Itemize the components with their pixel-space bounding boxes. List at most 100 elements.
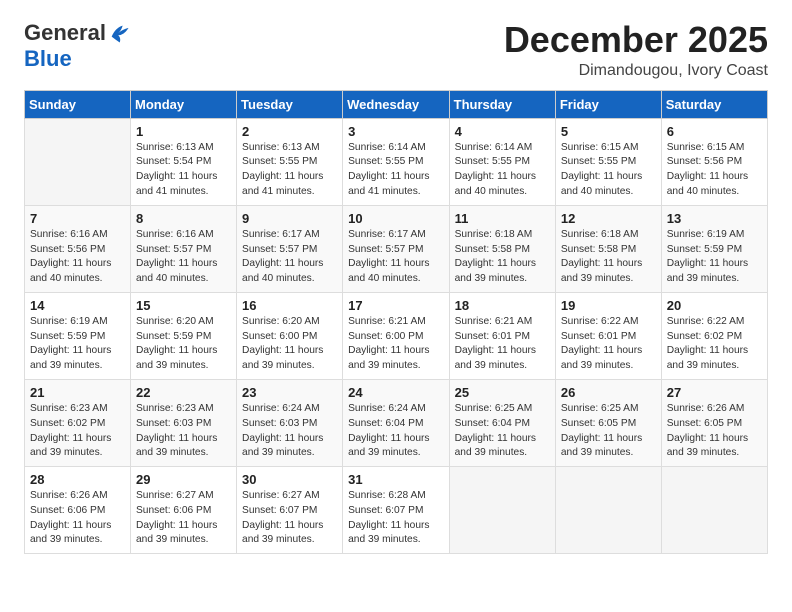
day-number: 25 [455, 385, 550, 400]
day-info: Sunrise: 6:20 AM Sunset: 5:59 PM Dayligh… [136, 315, 231, 374]
weekday-header-sunday: Sunday [25, 90, 131, 118]
day-info: Sunrise: 6:19 AM Sunset: 5:59 PM Dayligh… [30, 315, 125, 374]
calendar-cell: 10 Sunrise: 6:17 AM Sunset: 5:57 PM Dayli… [343, 205, 449, 292]
month-title: December 2025 [504, 20, 768, 60]
calendar-body: 1 Sunrise: 6:13 AM Sunset: 5:54 PM Daylig… [25, 118, 768, 554]
day-info: Sunrise: 6:14 AM Sunset: 5:55 PM Dayligh… [348, 141, 443, 200]
day-number: 12 [561, 211, 656, 226]
day-number: 7 [30, 211, 125, 226]
calendar-cell: 11 Sunrise: 6:18 AM Sunset: 5:58 PM Dayli… [449, 205, 555, 292]
day-info: Sunrise: 6:22 AM Sunset: 6:01 PM Dayligh… [561, 315, 656, 374]
calendar-cell: 30 Sunrise: 6:27 AM Sunset: 6:07 PM Dayli… [237, 467, 343, 554]
day-info: Sunrise: 6:21 AM Sunset: 6:01 PM Dayligh… [455, 315, 550, 374]
day-info: Sunrise: 6:21 AM Sunset: 6:00 PM Dayligh… [348, 315, 443, 374]
day-number: 13 [667, 211, 762, 226]
calendar-table: SundayMondayTuesdayWednesdayThursdayFrid… [24, 90, 768, 555]
calendar-cell [555, 467, 661, 554]
weekday-header-tuesday: Tuesday [237, 90, 343, 118]
day-number: 18 [455, 298, 550, 313]
day-number: 28 [30, 472, 125, 487]
day-number: 29 [136, 472, 231, 487]
title-section: December 2025 Dimandougou, Ivory Coast [504, 20, 768, 80]
day-info: Sunrise: 6:26 AM Sunset: 6:05 PM Dayligh… [667, 402, 762, 461]
day-info: Sunrise: 6:28 AM Sunset: 6:07 PM Dayligh… [348, 489, 443, 548]
calendar-cell: 15 Sunrise: 6:20 AM Sunset: 5:59 PM Dayli… [131, 292, 237, 379]
day-number: 14 [30, 298, 125, 313]
calendar-cell: 2 Sunrise: 6:13 AM Sunset: 5:55 PM Daylig… [237, 118, 343, 205]
logo: General Blue [24, 20, 130, 72]
day-info: Sunrise: 6:15 AM Sunset: 5:56 PM Dayligh… [667, 141, 762, 200]
day-number: 2 [242, 124, 337, 139]
logo-bird-icon [108, 22, 130, 44]
day-number: 24 [348, 385, 443, 400]
calendar-cell: 1 Sunrise: 6:13 AM Sunset: 5:54 PM Daylig… [131, 118, 237, 205]
day-number: 23 [242, 385, 337, 400]
day-number: 16 [242, 298, 337, 313]
day-info: Sunrise: 6:13 AM Sunset: 5:55 PM Dayligh… [242, 141, 337, 200]
day-number: 22 [136, 385, 231, 400]
calendar-cell: 31Sunrise: 6:28 AM Sunset: 6:07 PM Dayli… [343, 467, 449, 554]
calendar-week-row: 7 Sunrise: 6:16 AM Sunset: 5:56 PM Daylig… [25, 205, 768, 292]
location-subtitle: Dimandougou, Ivory Coast [504, 62, 768, 80]
calendar-cell: 7 Sunrise: 6:16 AM Sunset: 5:56 PM Daylig… [25, 205, 131, 292]
calendar-cell: 16Sunrise: 6:20 AM Sunset: 6:00 PM Dayli… [237, 292, 343, 379]
day-number: 21 [30, 385, 125, 400]
day-info: Sunrise: 6:16 AM Sunset: 5:56 PM Dayligh… [30, 228, 125, 287]
calendar-cell: 5 Sunrise: 6:15 AM Sunset: 5:55 PM Daylig… [555, 118, 661, 205]
calendar-cell: 20 Sunrise: 6:22 AM Sunset: 6:02 PM Dayli… [661, 292, 767, 379]
day-number: 4 [455, 124, 550, 139]
weekday-header-wednesday: Wednesday [343, 90, 449, 118]
day-number: 19 [561, 298, 656, 313]
day-number: 5 [561, 124, 656, 139]
day-info: Sunrise: 6:24 AM Sunset: 6:04 PM Dayligh… [348, 402, 443, 461]
day-number: 10 [348, 211, 443, 226]
day-number: 8 [136, 211, 231, 226]
day-number: 17 [348, 298, 443, 313]
day-info: Sunrise: 6:27 AM Sunset: 6:07 PM Dayligh… [242, 489, 337, 548]
day-number: 26 [561, 385, 656, 400]
day-info: Sunrise: 6:18 AM Sunset: 5:58 PM Dayligh… [455, 228, 550, 287]
day-number: 1 [136, 124, 231, 139]
calendar-cell: 13 Sunrise: 6:19 AM Sunset: 5:59 PM Dayli… [661, 205, 767, 292]
day-info: Sunrise: 6:19 AM Sunset: 5:59 PM Dayligh… [667, 228, 762, 287]
day-info: Sunrise: 6:13 AM Sunset: 5:54 PM Dayligh… [136, 141, 231, 200]
day-info: Sunrise: 6:27 AM Sunset: 6:06 PM Dayligh… [136, 489, 231, 548]
day-number: 11 [455, 211, 550, 226]
calendar-cell: 19 Sunrise: 6:22 AM Sunset: 6:01 PM Dayli… [555, 292, 661, 379]
calendar-cell: 17 Sunrise: 6:21 AM Sunset: 6:00 PM Dayli… [343, 292, 449, 379]
page-header: General Blue December 2025 Dimandougou, … [24, 20, 768, 80]
day-info: Sunrise: 6:26 AM Sunset: 6:06 PM Dayligh… [30, 489, 125, 548]
day-info: Sunrise: 6:25 AM Sunset: 6:04 PM Dayligh… [455, 402, 550, 461]
day-info: Sunrise: 6:22 AM Sunset: 6:02 PM Dayligh… [667, 315, 762, 374]
weekday-header-saturday: Saturday [661, 90, 767, 118]
day-info: Sunrise: 6:16 AM Sunset: 5:57 PM Dayligh… [136, 228, 231, 287]
day-info: Sunrise: 6:23 AM Sunset: 6:02 PM Dayligh… [30, 402, 125, 461]
day-info: Sunrise: 6:15 AM Sunset: 5:55 PM Dayligh… [561, 141, 656, 200]
day-number: 15 [136, 298, 231, 313]
day-info: Sunrise: 6:23 AM Sunset: 6:03 PM Dayligh… [136, 402, 231, 461]
calendar-week-row: 1 Sunrise: 6:13 AM Sunset: 5:54 PM Daylig… [25, 118, 768, 205]
logo-general-text: General [24, 20, 106, 46]
day-info: Sunrise: 6:25 AM Sunset: 6:05 PM Dayligh… [561, 402, 656, 461]
calendar-cell: 3 Sunrise: 6:14 AM Sunset: 5:55 PM Daylig… [343, 118, 449, 205]
day-info: Sunrise: 6:17 AM Sunset: 5:57 PM Dayligh… [242, 228, 337, 287]
calendar-week-row: 21 Sunrise: 6:23 AM Sunset: 6:02 PM Dayli… [25, 379, 768, 466]
calendar-cell: 12 Sunrise: 6:18 AM Sunset: 5:58 PM Dayli… [555, 205, 661, 292]
calendar-cell: 24 Sunrise: 6:24 AM Sunset: 6:04 PM Dayli… [343, 379, 449, 466]
calendar-cell: 8 Sunrise: 6:16 AM Sunset: 5:57 PM Daylig… [131, 205, 237, 292]
calendar-cell: 14 Sunrise: 6:19 AM Sunset: 5:59 PM Dayli… [25, 292, 131, 379]
calendar-header: SundayMondayTuesdayWednesdayThursdayFrid… [25, 90, 768, 118]
day-info: Sunrise: 6:18 AM Sunset: 5:58 PM Dayligh… [561, 228, 656, 287]
calendar-cell: 23Sunrise: 6:24 AM Sunset: 6:03 PM Dayli… [237, 379, 343, 466]
day-number: 30 [242, 472, 337, 487]
weekday-header-thursday: Thursday [449, 90, 555, 118]
day-number: 9 [242, 211, 337, 226]
calendar-cell: 26 Sunrise: 6:25 AM Sunset: 6:05 PM Dayli… [555, 379, 661, 466]
calendar-cell: 28 Sunrise: 6:26 AM Sunset: 6:06 PM Dayli… [25, 467, 131, 554]
weekday-header-friday: Friday [555, 90, 661, 118]
calendar-cell: 4Sunrise: 6:14 AM Sunset: 5:55 PM Daylig… [449, 118, 555, 205]
day-number: 27 [667, 385, 762, 400]
day-number: 20 [667, 298, 762, 313]
day-number: 3 [348, 124, 443, 139]
day-info: Sunrise: 6:17 AM Sunset: 5:57 PM Dayligh… [348, 228, 443, 287]
